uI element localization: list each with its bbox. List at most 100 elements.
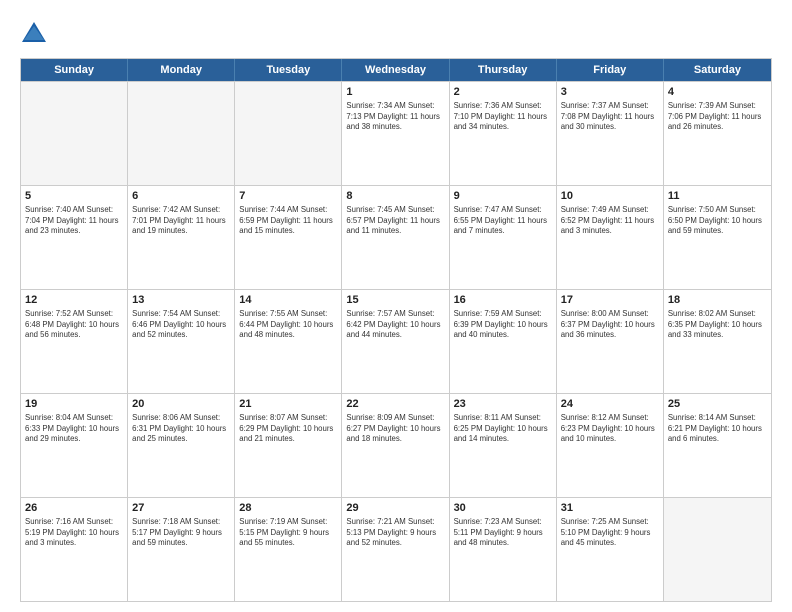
day-number: 11 — [668, 189, 767, 204]
calendar-row-2: 12Sunrise: 7:52 AM Sunset: 6:48 PM Dayli… — [21, 289, 771, 393]
day-number: 28 — [239, 501, 337, 516]
header-thursday: Thursday — [450, 59, 557, 81]
day-number: 30 — [454, 501, 552, 516]
header-wednesday: Wednesday — [342, 59, 449, 81]
cell-info: Sunrise: 7:23 AM Sunset: 5:11 PM Dayligh… — [454, 517, 552, 549]
header-saturday: Saturday — [664, 59, 771, 81]
day-number: 1 — [346, 85, 444, 100]
day-number: 22 — [346, 397, 444, 412]
day-number: 6 — [132, 189, 230, 204]
table-row: 1Sunrise: 7:34 AM Sunset: 7:13 PM Daylig… — [342, 82, 449, 185]
day-number: 16 — [454, 293, 552, 308]
day-number: 9 — [454, 189, 552, 204]
day-number: 25 — [668, 397, 767, 412]
table-row: 26Sunrise: 7:16 AM Sunset: 5:19 PM Dayli… — [21, 498, 128, 601]
table-row: 19Sunrise: 8:04 AM Sunset: 6:33 PM Dayli… — [21, 394, 128, 497]
calendar-body: 1Sunrise: 7:34 AM Sunset: 7:13 PM Daylig… — [21, 81, 771, 601]
table-row: 10Sunrise: 7:49 AM Sunset: 6:52 PM Dayli… — [557, 186, 664, 289]
table-row: 29Sunrise: 7:21 AM Sunset: 5:13 PM Dayli… — [342, 498, 449, 601]
cell-info: Sunrise: 8:02 AM Sunset: 6:35 PM Dayligh… — [668, 309, 767, 341]
day-number: 3 — [561, 85, 659, 100]
day-number: 18 — [668, 293, 767, 308]
day-number: 7 — [239, 189, 337, 204]
header-tuesday: Tuesday — [235, 59, 342, 81]
table-row: 21Sunrise: 8:07 AM Sunset: 6:29 PM Dayli… — [235, 394, 342, 497]
cell-info: Sunrise: 7:44 AM Sunset: 6:59 PM Dayligh… — [239, 205, 337, 237]
day-number: 21 — [239, 397, 337, 412]
table-row: 7Sunrise: 7:44 AM Sunset: 6:59 PM Daylig… — [235, 186, 342, 289]
cell-info: Sunrise: 8:09 AM Sunset: 6:27 PM Dayligh… — [346, 413, 444, 445]
day-number: 31 — [561, 501, 659, 516]
cell-info: Sunrise: 7:49 AM Sunset: 6:52 PM Dayligh… — [561, 205, 659, 237]
table-row: 9Sunrise: 7:47 AM Sunset: 6:55 PM Daylig… — [450, 186, 557, 289]
header — [20, 20, 772, 48]
cell-info: Sunrise: 7:16 AM Sunset: 5:19 PM Dayligh… — [25, 517, 123, 549]
cell-info: Sunrise: 7:50 AM Sunset: 6:50 PM Dayligh… — [668, 205, 767, 237]
table-row — [235, 82, 342, 185]
table-row: 20Sunrise: 8:06 AM Sunset: 6:31 PM Dayli… — [128, 394, 235, 497]
table-row: 5Sunrise: 7:40 AM Sunset: 7:04 PM Daylig… — [21, 186, 128, 289]
table-row: 18Sunrise: 8:02 AM Sunset: 6:35 PM Dayli… — [664, 290, 771, 393]
page: Sunday Monday Tuesday Wednesday Thursday… — [0, 0, 792, 612]
cell-info: Sunrise: 7:54 AM Sunset: 6:46 PM Dayligh… — [132, 309, 230, 341]
cell-info: Sunrise: 8:00 AM Sunset: 6:37 PM Dayligh… — [561, 309, 659, 341]
cell-info: Sunrise: 7:42 AM Sunset: 7:01 PM Dayligh… — [132, 205, 230, 237]
calendar-row-1: 5Sunrise: 7:40 AM Sunset: 7:04 PM Daylig… — [21, 185, 771, 289]
day-number: 24 — [561, 397, 659, 412]
table-row: 23Sunrise: 8:11 AM Sunset: 6:25 PM Dayli… — [450, 394, 557, 497]
table-row — [664, 498, 771, 601]
calendar-row-3: 19Sunrise: 8:04 AM Sunset: 6:33 PM Dayli… — [21, 393, 771, 497]
table-row: 11Sunrise: 7:50 AM Sunset: 6:50 PM Dayli… — [664, 186, 771, 289]
cell-info: Sunrise: 8:12 AM Sunset: 6:23 PM Dayligh… — [561, 413, 659, 445]
day-number: 20 — [132, 397, 230, 412]
table-row: 13Sunrise: 7:54 AM Sunset: 6:46 PM Dayli… — [128, 290, 235, 393]
cell-info: Sunrise: 7:59 AM Sunset: 6:39 PM Dayligh… — [454, 309, 552, 341]
table-row: 6Sunrise: 7:42 AM Sunset: 7:01 PM Daylig… — [128, 186, 235, 289]
day-number: 23 — [454, 397, 552, 412]
cell-info: Sunrise: 8:14 AM Sunset: 6:21 PM Dayligh… — [668, 413, 767, 445]
day-number: 2 — [454, 85, 552, 100]
table-row: 16Sunrise: 7:59 AM Sunset: 6:39 PM Dayli… — [450, 290, 557, 393]
cell-info: Sunrise: 7:21 AM Sunset: 5:13 PM Dayligh… — [346, 517, 444, 549]
logo-icon — [20, 20, 48, 48]
cell-info: Sunrise: 7:18 AM Sunset: 5:17 PM Dayligh… — [132, 517, 230, 549]
day-number: 12 — [25, 293, 123, 308]
table-row: 15Sunrise: 7:57 AM Sunset: 6:42 PM Dayli… — [342, 290, 449, 393]
day-number: 14 — [239, 293, 337, 308]
day-number: 5 — [25, 189, 123, 204]
cell-info: Sunrise: 7:19 AM Sunset: 5:15 PM Dayligh… — [239, 517, 337, 549]
cell-info: Sunrise: 7:25 AM Sunset: 5:10 PM Dayligh… — [561, 517, 659, 549]
table-row: 31Sunrise: 7:25 AM Sunset: 5:10 PM Dayli… — [557, 498, 664, 601]
table-row: 3Sunrise: 7:37 AM Sunset: 7:08 PM Daylig… — [557, 82, 664, 185]
cell-info: Sunrise: 7:37 AM Sunset: 7:08 PM Dayligh… — [561, 101, 659, 133]
cell-info: Sunrise: 8:11 AM Sunset: 6:25 PM Dayligh… — [454, 413, 552, 445]
cell-info: Sunrise: 7:55 AM Sunset: 6:44 PM Dayligh… — [239, 309, 337, 341]
table-row: 22Sunrise: 8:09 AM Sunset: 6:27 PM Dayli… — [342, 394, 449, 497]
header-monday: Monday — [128, 59, 235, 81]
day-number: 15 — [346, 293, 444, 308]
cell-info: Sunrise: 7:45 AM Sunset: 6:57 PM Dayligh… — [346, 205, 444, 237]
table-row — [21, 82, 128, 185]
calendar-row-0: 1Sunrise: 7:34 AM Sunset: 7:13 PM Daylig… — [21, 81, 771, 185]
table-row: 2Sunrise: 7:36 AM Sunset: 7:10 PM Daylig… — [450, 82, 557, 185]
day-number: 27 — [132, 501, 230, 516]
cell-info: Sunrise: 7:36 AM Sunset: 7:10 PM Dayligh… — [454, 101, 552, 133]
table-row: 27Sunrise: 7:18 AM Sunset: 5:17 PM Dayli… — [128, 498, 235, 601]
header-friday: Friday — [557, 59, 664, 81]
table-row: 8Sunrise: 7:45 AM Sunset: 6:57 PM Daylig… — [342, 186, 449, 289]
cell-info: Sunrise: 7:57 AM Sunset: 6:42 PM Dayligh… — [346, 309, 444, 341]
calendar-header: Sunday Monday Tuesday Wednesday Thursday… — [21, 59, 771, 81]
day-number: 4 — [668, 85, 767, 100]
day-number: 26 — [25, 501, 123, 516]
cell-info: Sunrise: 8:06 AM Sunset: 6:31 PM Dayligh… — [132, 413, 230, 445]
table-row: 28Sunrise: 7:19 AM Sunset: 5:15 PM Dayli… — [235, 498, 342, 601]
cell-info: Sunrise: 7:47 AM Sunset: 6:55 PM Dayligh… — [454, 205, 552, 237]
table-row — [128, 82, 235, 185]
day-number: 13 — [132, 293, 230, 308]
table-row: 12Sunrise: 7:52 AM Sunset: 6:48 PM Dayli… — [21, 290, 128, 393]
day-number: 19 — [25, 397, 123, 412]
table-row: 30Sunrise: 7:23 AM Sunset: 5:11 PM Dayli… — [450, 498, 557, 601]
cell-info: Sunrise: 7:40 AM Sunset: 7:04 PM Dayligh… — [25, 205, 123, 237]
cell-info: Sunrise: 7:52 AM Sunset: 6:48 PM Dayligh… — [25, 309, 123, 341]
calendar: Sunday Monday Tuesday Wednesday Thursday… — [20, 58, 772, 602]
